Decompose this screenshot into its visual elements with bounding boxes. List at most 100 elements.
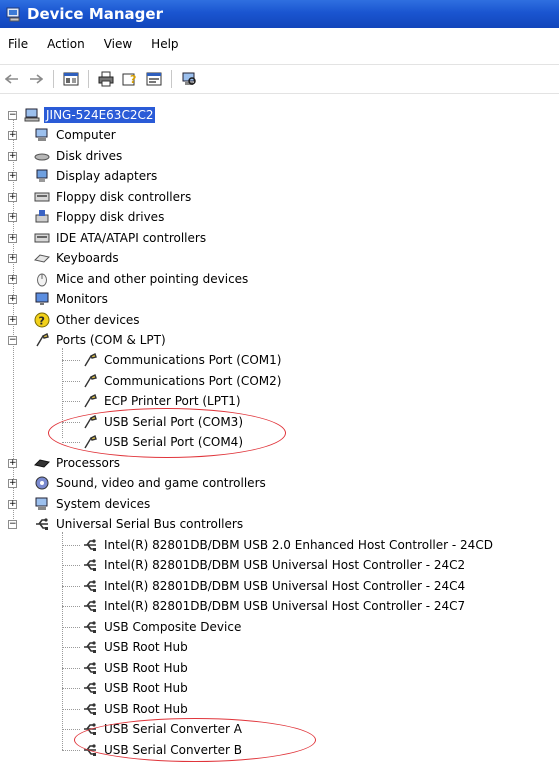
expand-toggle[interactable]: +: [8, 234, 17, 243]
tree-line: [62, 401, 80, 402]
tree-line: [62, 750, 80, 751]
category-label: Disk drives: [56, 149, 123, 163]
usb-device[interactable]: USB Root Hub: [82, 678, 190, 698]
tree-category[interactable]: + System devices: [8, 494, 152, 514]
tree-category[interactable]: + ? Other devices: [8, 310, 142, 330]
tree-category[interactable]: + Monitors: [8, 289, 110, 309]
menu-action[interactable]: Action: [38, 37, 95, 51]
usb-device[interactable]: USB Root Hub: [82, 699, 190, 719]
category-label: Floppy disk drives: [56, 210, 165, 224]
scan-hardware-button[interactable]: [179, 69, 199, 89]
expand-toggle[interactable]: +: [8, 500, 17, 509]
tree-line: [62, 586, 80, 587]
tree-line: [62, 606, 80, 607]
toolbar-separator: [53, 70, 54, 88]
expand-toggle[interactable]: +: [8, 213, 17, 222]
show-hide-console-tree-button[interactable]: [61, 69, 81, 89]
menu-bar: File Action View Help: [0, 34, 559, 54]
tree-category[interactable]: + Processors: [8, 453, 122, 473]
tree-category[interactable]: + Sound, video and game controllers: [8, 473, 268, 493]
usb-icon: [84, 662, 96, 674]
category-label: Monitors: [56, 292, 108, 306]
print-button[interactable]: [96, 69, 116, 89]
collapse-toggle[interactable]: −: [8, 336, 17, 345]
back-button[interactable]: [2, 69, 22, 89]
expand-toggle[interactable]: +: [8, 193, 17, 202]
properties-icon: [146, 72, 162, 86]
port-device[interactable]: Communications Port (COM1): [82, 350, 283, 370]
port-icon: [84, 353, 97, 367]
device-label: USB Root Hub: [104, 681, 188, 695]
device-label: USB Composite Device: [104, 620, 242, 634]
expand-toggle[interactable]: +: [8, 152, 17, 161]
expand-toggle[interactable]: +: [8, 131, 17, 140]
collapse-toggle[interactable]: −: [8, 111, 17, 120]
back-arrow-icon: [5, 74, 18, 84]
system-devices-icon: [35, 497, 48, 510]
tree-category-ports[interactable]: − Ports (COM & LPT): [8, 330, 168, 350]
expand-toggle[interactable]: +: [8, 295, 17, 304]
toolbar-separator: [171, 70, 172, 88]
forward-button[interactable]: [26, 69, 46, 89]
category-label: Computer: [56, 128, 116, 142]
device-manager-icon: [6, 7, 20, 22]
help-icon: ?: [122, 73, 136, 86]
tree-category[interactable]: + Display adapters: [8, 166, 159, 186]
category-label: Floppy disk controllers: [56, 190, 192, 204]
category-label: Keyboards: [56, 251, 119, 265]
port-device[interactable]: Communications Port (COM2): [82, 371, 283, 391]
usb-device[interactable]: USB Root Hub: [82, 637, 190, 657]
toolbar: ?: [0, 64, 559, 94]
keyboard-icon: [34, 254, 50, 263]
expand-toggle[interactable]: +: [8, 316, 17, 325]
tree-category[interactable]: + IDE ATA/ATAPI controllers: [8, 228, 208, 248]
device-label: Intel(R) 82801DB/DBM USB Universal Host …: [104, 579, 466, 593]
expand-toggle[interactable]: +: [8, 459, 17, 468]
tree-line: [62, 647, 80, 648]
usb-icon: [84, 600, 96, 612]
usb-icon: [84, 703, 96, 715]
expand-toggle[interactable]: +: [8, 275, 17, 284]
display-adapter-icon: [36, 169, 48, 182]
tree-root[interactable]: − JING-524E63C2C2: [8, 105, 156, 125]
category-label: Sound, video and game controllers: [56, 476, 266, 490]
tree-category-usb[interactable]: − Universal Serial Bus controllers: [8, 514, 245, 534]
device-label: Intel(R) 82801DB/DBM USB Universal Host …: [104, 599, 466, 613]
tree-category[interactable]: + Disk drives: [8, 146, 124, 166]
tree-category[interactable]: + Floppy disk drives: [8, 207, 166, 227]
category-label: Ports (COM & LPT): [56, 333, 166, 347]
root-computer-name: JING-524E63C2C2: [44, 107, 156, 123]
tree-line: [62, 565, 80, 566]
usb-device[interactable]: Intel(R) 82801DB/DBM USB 2.0 Enhanced Ho…: [82, 535, 495, 555]
tree-category[interactable]: + Mice and other pointing devices: [8, 269, 250, 289]
menu-file[interactable]: File: [0, 37, 38, 51]
device-label: USB Root Hub: [104, 702, 188, 716]
tree-line: [62, 668, 80, 669]
usb-device[interactable]: USB Composite Device: [82, 617, 243, 637]
category-label: Processors: [56, 456, 121, 470]
help-button[interactable]: ?: [120, 69, 140, 89]
computer-icon: [24, 108, 40, 122]
tree-category[interactable]: + Computer: [8, 125, 118, 145]
usb-icon: [84, 682, 96, 694]
mouse-icon: [37, 273, 47, 287]
svg-text:?: ?: [39, 315, 45, 328]
collapse-toggle[interactable]: −: [8, 520, 17, 529]
usb-device[interactable]: Intel(R) 82801DB/DBM USB Universal Host …: [82, 596, 467, 616]
tree-category[interactable]: + Keyboards: [8, 248, 121, 268]
menu-help[interactable]: Help: [142, 37, 188, 51]
expand-toggle[interactable]: +: [8, 479, 17, 488]
usb-device[interactable]: Intel(R) 82801DB/DBM USB Universal Host …: [82, 576, 467, 596]
controller-icon: [34, 192, 50, 202]
tree-line: [62, 709, 80, 710]
tree-category[interactable]: + Floppy disk controllers: [8, 187, 193, 207]
properties-button[interactable]: [144, 69, 164, 89]
expand-toggle[interactable]: +: [8, 172, 17, 181]
usb-device[interactable]: USB Root Hub: [82, 658, 190, 678]
menu-view[interactable]: View: [95, 37, 142, 51]
port-icon: [36, 333, 49, 347]
usb-device[interactable]: Intel(R) 82801DB/DBM USB Universal Host …: [82, 555, 467, 575]
tree-line: [62, 627, 80, 628]
toolbar-separator: [88, 70, 89, 88]
expand-toggle[interactable]: +: [8, 254, 17, 263]
